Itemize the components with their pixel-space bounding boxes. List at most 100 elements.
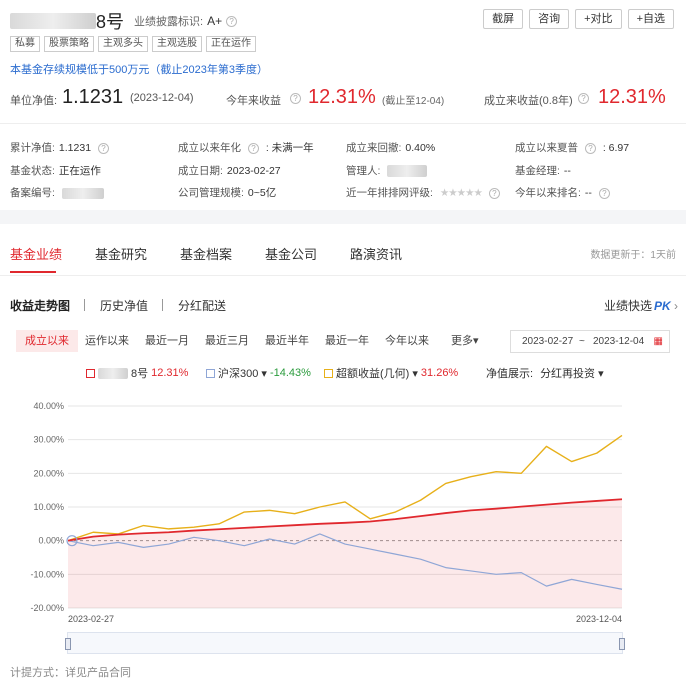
legend-index-name: 沪深300 ▾: [218, 368, 267, 380]
info-label: 基金经理:: [515, 165, 560, 177]
redacted-registration: [61, 187, 104, 199]
main-tabs: 基金业绩 基金研究 基金档案 基金公司 路演资讯 数据更新于：1天前: [0, 224, 686, 276]
range-ytd[interactable]: 今年以来: [376, 330, 438, 352]
divider: [84, 299, 85, 311]
compare-button[interactable]: +对比: [575, 9, 622, 29]
tab-research[interactable]: 基金研究: [95, 244, 147, 263]
info-label: 成立来回撤:: [346, 142, 402, 154]
info-label: 近一年排排网评级:: [346, 187, 433, 199]
performance-pk-button[interactable]: 业绩快选 PK ›: [604, 297, 678, 314]
range-since-inception[interactable]: 成立以来: [16, 330, 78, 352]
fund-title: 8号: [10, 8, 124, 34]
nav-display-selector[interactable]: 净值展示: 分红再投资 ▾: [486, 365, 604, 381]
info-sharpe: 成立以来夏普 ? : 6.97: [515, 140, 629, 155]
date-start: 2023-02-27: [522, 336, 574, 347]
legend-excess[interactable]: 超额收益(几何) ▾ 31.26%: [324, 365, 458, 381]
info-value: 2023-02-27: [226, 165, 281, 177]
unit-nav-date: (2023-12-04): [130, 92, 194, 104]
range-1m[interactable]: 最近一月: [136, 330, 198, 352]
tag: 主观选股: [152, 36, 202, 52]
time-navigator[interactable]: [65, 632, 625, 654]
tag: 主观多头: [98, 36, 148, 52]
tag: 私募: [10, 36, 40, 52]
legend-fund[interactable]: 8号 12.31%: [86, 365, 188, 381]
info-label: 基金状态:: [10, 165, 55, 177]
tag-list: 私募 股票策略 主观多头 主观选股 正在运作: [10, 36, 256, 52]
legend-fund-name: 8号: [131, 368, 149, 380]
since-inception-value: 12.31%: [598, 86, 666, 108]
pk-badge: PK: [653, 299, 671, 313]
tab-company[interactable]: 基金公司: [265, 244, 317, 263]
unit-nav-value: 1.1231: [62, 86, 124, 108]
info-label: 累计净值:: [10, 142, 55, 154]
info-value: --: [563, 165, 571, 177]
y-tick-label: 20.00%: [33, 468, 64, 478]
info-company-scale: 公司管理规模: 0~5亿: [178, 185, 276, 200]
subtab-dividends[interactable]: 分红配送: [178, 297, 226, 314]
fee-note: 计提方式：详见产品合同: [10, 667, 131, 679]
help-icon[interactable]: ?: [584, 142, 596, 154]
fund-area-fill: [68, 499, 622, 608]
tab-performance[interactable]: 基金业绩: [10, 244, 62, 263]
fund-header: 8号 业绩披露标识: A+ ? 截屏 咨询 +对比 +自选 私募 股票策略 主观…: [0, 0, 686, 210]
info-value: 0.40%: [405, 142, 436, 154]
checkbox-icon: [206, 368, 215, 378]
info-label: 成立以来夏普: [515, 142, 578, 154]
return-trend-chart[interactable]: 40.00% 30.00% 20.00% 10.00% 0.00% -10.00% -20.…: [0, 390, 686, 630]
nav-summary: 单位净值: 1.1231 (2023-12-04) 今年来收益 ? 12.31%…: [10, 86, 676, 112]
navigator-left-handle[interactable]: [65, 638, 71, 650]
range-more-dropdown[interactable]: 更多▾: [442, 330, 488, 352]
ytd-value: 12.31%: [308, 86, 376, 108]
fund-name-suffix: 8号: [96, 12, 125, 32]
subtab-history-nav[interactable]: 历史净值: [100, 297, 148, 314]
range-since-operation[interactable]: 运作以来: [76, 330, 138, 352]
info-registration: 备案编号:: [10, 185, 104, 200]
since-inception-label: 成立来收益(0.8年): [484, 95, 573, 107]
range-1y[interactable]: 最近一年: [316, 330, 378, 352]
info-label: 成立日期:: [178, 165, 223, 177]
info-label: 今年以来排名:: [515, 187, 581, 199]
y-tick-label: 30.00%: [33, 435, 64, 445]
active-tab-indicator: [10, 271, 56, 273]
tag: 股票策略: [44, 36, 94, 52]
info-rating: 近一年排排网评级: ★★★★★ ?: [346, 185, 500, 200]
info-inception-date: 成立日期: 2023-02-27: [178, 163, 281, 178]
range-3m[interactable]: 最近三月: [196, 330, 258, 352]
disclosure-label: 业绩披露标识:: [134, 16, 204, 28]
y-tick-label: -20.00%: [30, 603, 64, 613]
help-icon[interactable]: ?: [290, 93, 301, 104]
date-range-picker[interactable]: 2023-02-27 ~ 2023-12-04 ▦: [510, 330, 670, 353]
help-icon[interactable]: ?: [488, 187, 500, 199]
info-value: 0~5亿: [247, 187, 277, 199]
range-6m[interactable]: 最近半年: [256, 330, 318, 352]
help-icon[interactable]: ?: [598, 187, 610, 199]
display-value: 分红再投资 ▾: [540, 368, 604, 380]
consult-button[interactable]: 咨询: [529, 9, 570, 29]
watchlist-button[interactable]: +自选: [627, 9, 674, 29]
help-icon[interactable]: ?: [578, 93, 589, 104]
y-tick-label: 10.00%: [33, 502, 64, 512]
info-value: --: [584, 187, 592, 199]
redacted-manager: [387, 165, 428, 178]
x-tick-label: 2023-12-04: [576, 614, 622, 624]
tab-roadshow[interactable]: 路演资讯: [350, 244, 402, 263]
navigator-right-handle[interactable]: [619, 638, 625, 650]
legend-fund-value: 12.31%: [151, 367, 189, 379]
tab-archive[interactable]: 基金档案: [180, 244, 232, 263]
legend-index[interactable]: 沪深300 ▾ -14.43%: [206, 365, 311, 381]
subtab-return-trend[interactable]: 收益走势图: [10, 297, 70, 314]
info-fund-manager: 基金经理: --: [515, 163, 571, 178]
info-label: 管理人:: [346, 165, 381, 177]
help-icon[interactable]: ?: [226, 15, 238, 27]
help-icon[interactable]: ?: [247, 142, 259, 154]
y-tick-label: 0.00%: [38, 536, 64, 546]
section-gap: [0, 210, 686, 224]
disclosure-value: A+: [207, 14, 223, 28]
screenshot-button[interactable]: 截屏: [483, 9, 524, 29]
legend-excess-name: 超额收益(几何) ▾: [336, 368, 418, 380]
y-tick-label: -10.00%: [30, 569, 64, 579]
help-icon[interactable]: ?: [97, 142, 109, 154]
date-end: 2023-12-04: [593, 336, 645, 347]
checkbox-icon: [324, 368, 333, 378]
divider: [162, 299, 163, 311]
